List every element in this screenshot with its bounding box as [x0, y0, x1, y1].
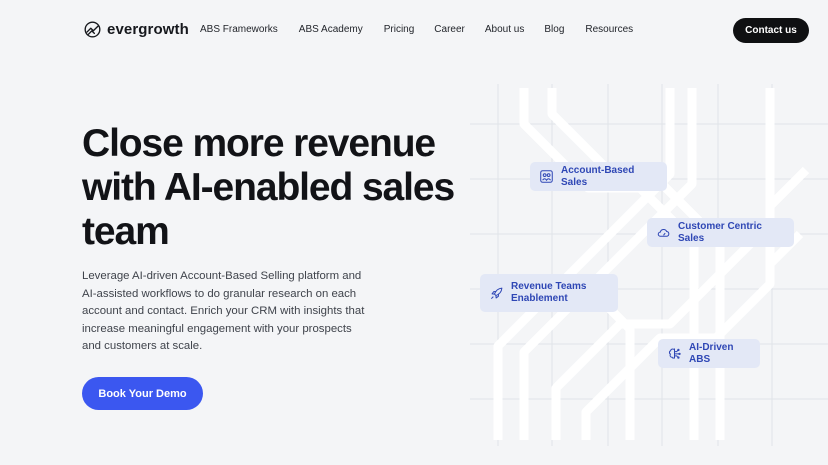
- network-lines-graphic: [470, 84, 828, 446]
- tag-label: Revenue Teams Enablement: [511, 281, 587, 304]
- hero-description: Leverage AI-driven Account-Based Selling…: [82, 270, 365, 353]
- nav-item-pricing[interactable]: Pricing: [384, 24, 415, 35]
- people-icon: [540, 170, 553, 183]
- cloud-icon: [657, 229, 670, 237]
- tag-customer-centric-sales: Customer Centric Sales: [647, 218, 794, 247]
- tag-account-based-sales: Account-Based Sales: [530, 162, 667, 191]
- nav-item-about-us[interactable]: About us: [485, 24, 524, 35]
- top-navigation: evergrowth ABS Frameworks ABS Academy Pr…: [0, 0, 828, 62]
- nav-item-abs-frameworks[interactable]: ABS Frameworks: [200, 24, 278, 35]
- brain-icon: [668, 348, 681, 359]
- nav-item-abs-academy[interactable]: ABS Academy: [299, 24, 363, 35]
- rocket-icon: [490, 287, 503, 299]
- tag-revenue-teams-enablement: Revenue Teams Enablement: [480, 274, 618, 312]
- brand-logo[interactable]: evergrowth: [84, 21, 189, 38]
- contact-us-button[interactable]: Contact us: [733, 18, 809, 43]
- nav-item-blog[interactable]: Blog: [544, 24, 564, 35]
- book-demo-button[interactable]: Book Your Demo: [82, 377, 203, 410]
- hero-title: Close more revenue with AI-enabled sales…: [82, 122, 455, 253]
- evergrowth-logo-icon: [84, 21, 101, 38]
- nav-links: ABS Frameworks ABS Academy Pricing Caree…: [200, 24, 633, 35]
- tag-ai-driven-abs: AI-Driven ABS: [658, 339, 760, 368]
- tag-label: Customer Centric Sales: [678, 220, 762, 244]
- brand-name: evergrowth: [107, 21, 189, 38]
- nav-item-resources[interactable]: Resources: [585, 24, 633, 35]
- hero-graphic: Account-Based Sales Customer Centric Sal…: [470, 84, 828, 446]
- nav-item-career[interactable]: Career: [434, 24, 465, 35]
- tag-label: AI-Driven ABS: [689, 341, 734, 365]
- tag-label: Account-Based Sales: [561, 164, 635, 188]
